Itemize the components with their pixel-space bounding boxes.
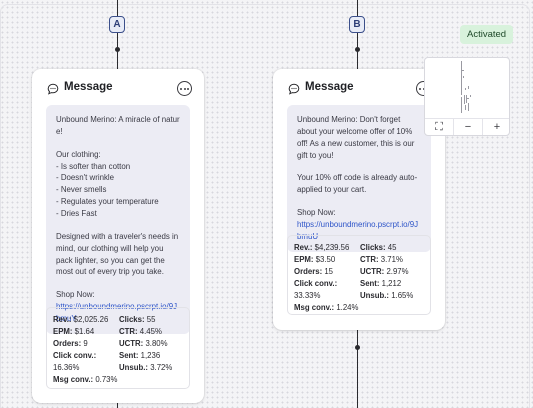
- message-line: Shop Now:: [297, 208, 336, 218]
- message-card-a[interactable]: Message Unbound Merino: A miracle of nat…: [32, 69, 204, 403]
- zoom-in-icon[interactable]: +: [482, 119, 509, 135]
- card-title: Message: [305, 81, 354, 93]
- stats-column-left: Rev.: $4,239.56 EPM: $3.50 Orders: 15 Cl…: [294, 242, 360, 314]
- dot-icon: [419, 87, 421, 90]
- message-line: - Is softer than cotton: [56, 161, 131, 171]
- message-line: Unbound Merino: A miracle of nature!: [56, 115, 180, 136]
- message-line: Our clothing:: [56, 149, 101, 159]
- message-line: - Regulates your temperature: [56, 197, 159, 207]
- stat-ctr: CTR: 4.45%: [119, 327, 162, 337]
- stat-click-conv-value: 16.36%: [53, 363, 80, 373]
- message-card-b[interactable]: Message Unbound Merino: Don't forget abo…: [273, 69, 445, 330]
- stats-column-left: Rev.: $2,025.26 EPM: $1.64 Orders: 9 Cli…: [53, 314, 119, 386]
- connector-line-b-bottom: [357, 330, 358, 408]
- branch-badge-b[interactable]: B: [349, 16, 365, 33]
- stat-unsub: Unsub.: 3.72%: [119, 363, 173, 373]
- stat-clicks: Clicks: 55: [119, 315, 156, 324]
- message-body: Unbound Merino: Don't forget about your …: [287, 105, 431, 252]
- stat-uctr: UCTR: 3.80%: [119, 339, 168, 349]
- stats-panel: Rev.: $2,025.26 EPM: $1.64 Orders: 9 Cli…: [46, 307, 190, 389]
- card-title: Message: [64, 81, 113, 93]
- stat-msg-conv: Msg conv.: 0.73%: [53, 375, 118, 385]
- dot-icon: [183, 87, 186, 90]
- dot-icon: [180, 87, 182, 90]
- stat-clicks: Clicks: 45: [360, 243, 397, 252]
- more-options-button[interactable]: [177, 81, 192, 96]
- stat-click-conv: Click conv.:: [294, 279, 338, 289]
- stat-msg-conv: Msg conv.: 1.24%: [294, 303, 359, 313]
- message-line: Shop Now:: [56, 290, 95, 300]
- message-bubble-icon: [288, 83, 300, 95]
- connector-line-b-top: [357, 0, 358, 16]
- stat-uctr: UCTR: 2.97%: [360, 267, 409, 277]
- stat-orders: Orders: 9: [53, 339, 88, 349]
- minimap-controls: ⛶ − +: [425, 118, 509, 135]
- connector-dot-a: [115, 47, 120, 52]
- stat-click-conv: Click conv.:: [53, 351, 97, 361]
- stat-orders: Orders: 15: [294, 267, 334, 277]
- stat-unsub: Unsub.: 1.65%: [360, 291, 414, 301]
- dot-icon: [187, 87, 189, 90]
- stats-column-right: Clicks: 55 CTR: 4.45% UCTR: 3.80% Sent: …: [119, 314, 185, 374]
- connector-dot-b-bottom: [355, 345, 360, 350]
- stat-revenue: Rev.: $2,025.26: [53, 315, 109, 324]
- stat-ctr: CTR: 3.71%: [360, 255, 403, 265]
- message-body: Unbound Merino: A miracle of nature! Our…: [46, 105, 190, 334]
- stats-column-right: Clicks: 45 CTR: 3.71% UCTR: 2.97% Sent: …: [360, 242, 426, 302]
- message-line: Designed with a traveler's needs in mind…: [56, 231, 181, 277]
- stats-panel: Rev.: $4,239.56 EPM: $3.50 Orders: 15 Cl…: [287, 235, 431, 315]
- message-bubble-icon: [47, 83, 59, 95]
- stat-revenue: Rev.: $4,239.56: [294, 243, 350, 252]
- message-line: Your 10% off code is already auto-applie…: [297, 173, 418, 195]
- message-line: Unbound Merino: Don't forget about your …: [297, 115, 417, 160]
- message-line: - Doesn't wrinkle: [56, 173, 115, 183]
- connector-dot-b: [355, 47, 360, 52]
- stat-epm: EPM: $1.64: [53, 327, 95, 337]
- connector-line-a-top: [117, 0, 118, 16]
- fit-view-icon[interactable]: ⛶: [425, 119, 453, 135]
- stat-epm: EPM: $3.50: [294, 255, 336, 265]
- branch-badge-a[interactable]: A: [109, 16, 125, 33]
- minimap-preview[interactable]: [425, 58, 510, 120]
- minimap[interactable]: ⛶ − +: [424, 57, 510, 136]
- card-header: Message: [32, 69, 204, 109]
- message-line: - Never smells: [56, 185, 107, 195]
- message-line: - Dries Fast: [56, 209, 97, 219]
- stat-sent: Sent: 1,236: [119, 351, 161, 361]
- stat-click-conv-value: 33.33%: [294, 291, 321, 301]
- status-badge: Activated: [460, 25, 514, 44]
- stat-sent: Sent: 1,212: [360, 279, 402, 289]
- zoom-out-icon[interactable]: −: [453, 119, 482, 135]
